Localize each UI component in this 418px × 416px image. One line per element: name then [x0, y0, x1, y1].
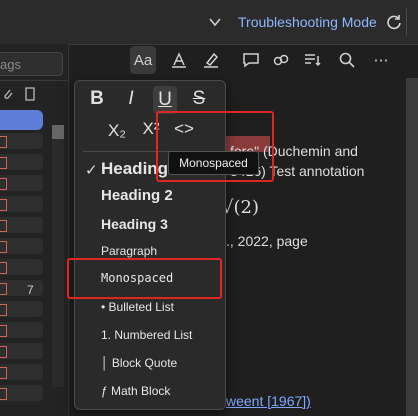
search-placeholder: ags: [0, 57, 21, 72]
file-icon: [0, 199, 7, 211]
bold-button[interactable]: B: [85, 88, 109, 110]
list-item[interactable]: [0, 322, 43, 338]
numbered-list-option[interactable]: 1. Numbered List: [101, 328, 251, 342]
chevron-down-icon[interactable]: [207, 14, 223, 30]
file-icon: [0, 283, 7, 295]
list-item[interactable]: [0, 364, 43, 380]
subscript-button[interactable]: X₂: [105, 121, 129, 141]
file-icon: [0, 304, 7, 316]
file-icon: [0, 262, 7, 274]
search-input[interactable]: ags: [0, 52, 63, 76]
file-icon: [0, 241, 7, 253]
list-item-selected[interactable]: [0, 110, 43, 130]
monospaced-option[interactable]: Monospaced: [101, 271, 251, 285]
scrollbar[interactable]: [406, 78, 418, 416]
underline-button[interactable]: U: [153, 86, 177, 114]
strikethrough-button[interactable]: S: [187, 88, 211, 110]
list-item[interactable]: [0, 154, 43, 170]
file-icon: [0, 178, 7, 190]
list-item[interactable]: [0, 175, 43, 191]
superscript-button[interactable]: X²: [139, 119, 163, 139]
file-icon: [0, 367, 7, 379]
divider: [406, 8, 407, 36]
heading-3-option[interactable]: Heading 3: [101, 216, 251, 232]
divider: [0, 80, 68, 81]
paperclip-icon[interactable]: [2, 87, 14, 101]
list-item[interactable]: [0, 217, 43, 233]
list-item[interactable]: [0, 133, 43, 149]
tooltip: Monospaced: [168, 151, 259, 175]
search-icon[interactable]: [334, 46, 360, 74]
format-menu: B I U S X₂ X² <> ✓ Heading 1 Heading 2 H…: [74, 80, 226, 410]
math-block-option[interactable]: ƒ Math Block: [101, 384, 251, 398]
list-item[interactable]: [0, 238, 43, 254]
file-icon: [0, 220, 7, 232]
list-item[interactable]: [0, 259, 43, 275]
more-icon[interactable]: ⋯: [368, 46, 394, 74]
paragraph-option[interactable]: Paragraph: [101, 244, 251, 258]
list-item[interactable]: [0, 385, 43, 401]
file-icon: [0, 346, 7, 358]
file-icon: [0, 136, 7, 148]
bulleted-list-option[interactable]: • Bulleted List: [101, 300, 251, 314]
link-icon[interactable]: [268, 46, 294, 74]
troubleshooting-mode-label[interactable]: Troubleshooting Mode: [238, 14, 377, 30]
item-count: 7: [27, 283, 34, 297]
highlighter-icon[interactable]: [198, 46, 224, 74]
file-icon: [0, 388, 7, 400]
list-item[interactable]: [0, 301, 43, 317]
italic-button[interactable]: I: [119, 88, 143, 110]
list-item[interactable]: [0, 280, 43, 296]
title-bar: Troubleshooting Mode: [0, 0, 418, 45]
comment-icon[interactable]: [238, 46, 264, 74]
scrollbar[interactable]: [52, 125, 64, 387]
text-color-icon[interactable]: [166, 46, 192, 74]
list-item[interactable]: [0, 196, 43, 212]
block-quote-option[interactable]: │ Block Quote: [101, 356, 251, 370]
citation-icon[interactable]: [300, 46, 326, 74]
file-icon: [0, 325, 7, 337]
sync-icon[interactable]: [385, 13, 403, 31]
note-icon[interactable]: [24, 87, 36, 101]
check-icon: ✓: [85, 162, 98, 179]
list-item[interactable]: [0, 343, 43, 359]
scrollbar-thumb[interactable]: [52, 125, 64, 139]
text-format-icon[interactable]: Aa: [130, 46, 156, 74]
code-button[interactable]: <>: [171, 119, 197, 139]
heading-2-option[interactable]: Heading 2: [101, 187, 251, 204]
file-icon: [0, 157, 7, 169]
